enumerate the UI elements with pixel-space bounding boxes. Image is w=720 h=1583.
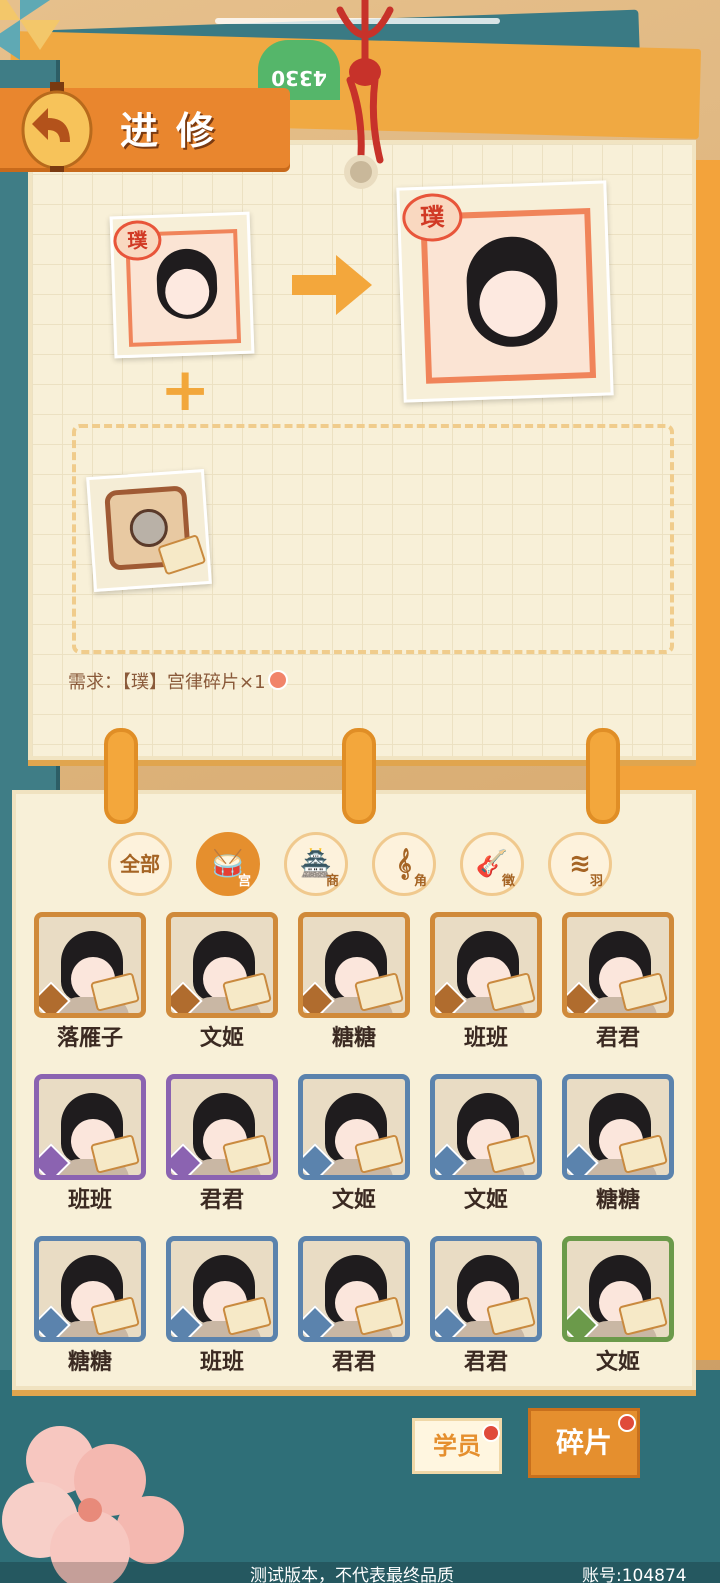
binder-clip bbox=[104, 728, 138, 824]
page-title: 进修 bbox=[120, 109, 233, 153]
character-name: 文姬 bbox=[595, 1350, 640, 1375]
tab-zhi[interactable]: 🎸 徵 bbox=[460, 832, 524, 896]
tab-all-label: 全部 bbox=[120, 852, 160, 876]
arrow-right-icon bbox=[292, 255, 372, 315]
tab-jue[interactable]: 𝄞 角 bbox=[372, 832, 436, 896]
character-name: 君君 bbox=[595, 1026, 640, 1051]
character-fragment-item[interactable]: 文姬 bbox=[298, 1074, 410, 1213]
character-portrait bbox=[562, 1236, 674, 1342]
character-portrait bbox=[562, 1074, 674, 1180]
character-fragment-item[interactable]: 糖糖 bbox=[34, 1236, 146, 1375]
category-tabs: 全部 🥁 宫 🏯 商 𝄞 角 🎸 徵 ≋ 羽 bbox=[108, 832, 648, 896]
source-character-card[interactable]: 璞 bbox=[109, 211, 255, 359]
character-name: 文姬 bbox=[199, 1026, 244, 1051]
character-fragment-item[interactable]: 糖糖 bbox=[562, 1074, 674, 1213]
character-portrait bbox=[430, 1236, 542, 1342]
character-fragment-item[interactable]: 君君 bbox=[298, 1236, 410, 1375]
drum-type-icon bbox=[268, 670, 288, 690]
tab-shang-label: 商 bbox=[325, 874, 339, 889]
flute-icon: 𝄞 bbox=[396, 849, 412, 879]
notification-dot bbox=[482, 1424, 500, 1442]
character-portrait bbox=[430, 912, 542, 1018]
character-fragment-item[interactable]: 文姬 bbox=[562, 1236, 674, 1375]
tab-jue-label: 角 bbox=[413, 874, 427, 889]
character-portrait bbox=[166, 1074, 278, 1180]
character-name: 糖糖 bbox=[331, 1026, 376, 1051]
character-fragment-item[interactable]: 落雁子 bbox=[34, 912, 146, 1051]
character-portrait bbox=[34, 1236, 146, 1342]
guqin-icon: ≋ bbox=[569, 849, 591, 879]
pinwheel-icon bbox=[0, 0, 60, 60]
character-portrait bbox=[166, 1236, 278, 1342]
character-portrait bbox=[430, 1074, 542, 1180]
notification-dot bbox=[618, 1414, 636, 1432]
plus-icon: + bbox=[160, 355, 211, 425]
character-fragment-item[interactable]: 班班 bbox=[166, 1236, 278, 1375]
tab-gong-label: 宫 bbox=[237, 874, 251, 889]
character-portrait bbox=[166, 912, 278, 1018]
character-fragment-item[interactable]: 君君 bbox=[430, 1236, 542, 1375]
character-name: 班班 bbox=[463, 1026, 508, 1051]
character-portrait bbox=[298, 1236, 410, 1342]
fragments-button-label: 碎片 bbox=[555, 1426, 612, 1459]
account-id: 账号:104874 bbox=[582, 1566, 687, 1583]
tab-gong[interactable]: 🥁 宫 bbox=[196, 832, 260, 896]
character-fragment-item[interactable]: 文姬 bbox=[430, 1074, 542, 1213]
back-button[interactable] bbox=[20, 82, 94, 172]
character-portrait bbox=[298, 1074, 410, 1180]
result-character-card[interactable]: 璞 bbox=[396, 180, 614, 403]
version-notice: 测试版本，不代表最终品质 bbox=[250, 1566, 454, 1583]
character-fragment-item[interactable]: 班班 bbox=[430, 912, 542, 1051]
character-portrait bbox=[34, 912, 146, 1018]
tab-shang[interactable]: 🏯 商 bbox=[284, 832, 348, 896]
character-fragment-item[interactable]: 君君 bbox=[166, 1074, 278, 1213]
binder-clip bbox=[342, 728, 376, 824]
binder-clip bbox=[586, 728, 620, 824]
character-name: 落雁子 bbox=[56, 1026, 123, 1051]
tab-yu[interactable]: ≋ 羽 bbox=[548, 832, 612, 896]
hanging-ring bbox=[344, 155, 378, 189]
character-portrait bbox=[34, 1074, 146, 1180]
character-name: 君君 bbox=[463, 1350, 508, 1375]
character-fragment-item[interactable]: 君君 bbox=[562, 912, 674, 1051]
blossom-decoration-icon bbox=[2, 1426, 184, 1583]
character-name: 文姬 bbox=[331, 1188, 376, 1213]
red-knot-icon bbox=[336, 0, 394, 174]
students-button-label: 学员 bbox=[433, 1432, 481, 1460]
tab-all[interactable]: 全部 bbox=[108, 832, 172, 896]
character-name: 君君 bbox=[199, 1188, 244, 1213]
tab-yu-label: 羽 bbox=[589, 874, 603, 889]
character-name: 糖糖 bbox=[595, 1188, 640, 1213]
character-name: 班班 bbox=[199, 1350, 244, 1375]
character-fragment-item[interactable]: 班班 bbox=[34, 1074, 146, 1213]
tab-zhi-label: 徵 bbox=[501, 874, 515, 889]
character-fragment-item[interactable]: 文姬 bbox=[166, 912, 278, 1051]
character-name: 糖糖 bbox=[67, 1350, 112, 1375]
requirement-text: 需求：【璞】宫律碎片×1 bbox=[68, 672, 266, 693]
character-name: 君君 bbox=[331, 1350, 376, 1375]
character-fragment-item[interactable]: 糖糖 bbox=[298, 912, 410, 1051]
character-name: 文姬 bbox=[463, 1188, 508, 1213]
fragment-material-card[interactable] bbox=[86, 469, 212, 592]
character-portrait bbox=[298, 912, 410, 1018]
character-name: 班班 bbox=[67, 1188, 112, 1213]
character-portrait bbox=[562, 912, 674, 1018]
